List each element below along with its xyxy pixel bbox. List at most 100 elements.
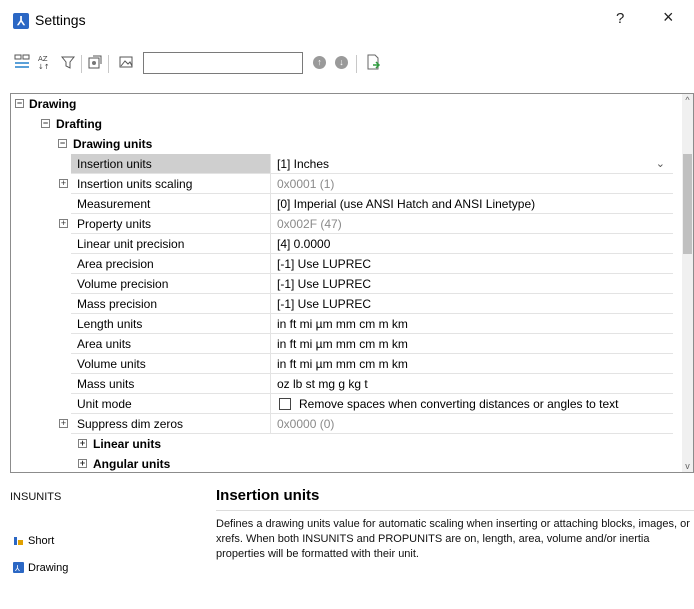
scroll-up-icon[interactable]: ^: [682, 94, 693, 106]
property-value-text: [1] Inches: [277, 157, 330, 171]
property-cell-group[interactable]: Insertion units scaling 0x0001 (1): [71, 174, 673, 194]
property-cell-group[interactable]: Linear unit precision [4] 0.0000: [71, 234, 673, 254]
expand-icon[interactable]: +: [78, 439, 87, 448]
property-name: Mass units: [71, 374, 271, 393]
property-row[interactable]: Mass precision [-1] Use LUPREC: [11, 294, 683, 314]
property-value[interactable]: 0x0000 (0): [271, 414, 673, 433]
svg-text:⅄: ⅄: [14, 564, 20, 573]
expand-icon[interactable]: +: [59, 179, 68, 188]
property-cell-group[interactable]: Volume units in ft mi µm mm cm m km: [71, 354, 673, 374]
title-bar: ⅄ Settings ? ×: [0, 0, 694, 40]
property-cell-group[interactable]: Mass precision [-1] Use LUPREC: [71, 294, 673, 314]
property-grid: − Drawing − Drafting − Drawing units Ins…: [10, 93, 694, 473]
toolbar: AZ ↓↑ ↑ ↓: [0, 50, 694, 80]
property-cell-group[interactable]: Unit mode Remove spaces when converting d…: [71, 394, 673, 414]
property-name: Measurement: [71, 194, 271, 213]
property-cell-group[interactable]: Insertion units [1] Inches ⌄: [71, 154, 673, 174]
next-result-icon[interactable]: ↓: [335, 56, 348, 69]
filter-icon[interactable]: [59, 54, 77, 72]
property-row[interactable]: Area precision [-1] Use LUPREC: [11, 254, 683, 274]
export-icon[interactable]: [86, 54, 104, 72]
property-name: Insertion units: [71, 154, 271, 173]
property-cell-group[interactable]: Property units 0x002F (47): [71, 214, 673, 234]
property-value[interactable]: in ft mi µm mm cm m km: [271, 314, 673, 333]
toolbar-divider: [356, 55, 357, 73]
sort-az-icon[interactable]: AZ ↓↑: [36, 54, 54, 72]
scroll-down-icon[interactable]: v: [682, 460, 693, 472]
property-value-text: oz lb st mg g kg t: [277, 377, 368, 391]
property-cell-group[interactable]: Area units in ft mi µm mm cm m km: [71, 334, 673, 354]
property-value-text: [-1] Use LUPREC: [277, 277, 372, 291]
close-button[interactable]: ×: [663, 7, 674, 28]
property-row[interactable]: Area units in ft mi µm mm cm m km: [11, 334, 683, 354]
property-row[interactable]: + Suppress dim zeros 0x0000 (0): [11, 414, 683, 434]
property-row[interactable]: Mass units oz lb st mg g kg t: [11, 374, 683, 394]
window-title: Settings: [35, 12, 86, 28]
collapse-icon[interactable]: −: [41, 119, 50, 128]
property-value-text: 0x002F (47): [277, 217, 342, 231]
expand-icon[interactable]: +: [59, 219, 68, 228]
property-value[interactable]: [-1] Use LUPREC: [271, 294, 673, 313]
property-value[interactable]: 0x002F (47): [271, 214, 673, 233]
property-name: Unit mode: [71, 394, 271, 413]
image-icon[interactable]: [117, 54, 135, 72]
property-value[interactable]: [-1] Use LUPREC: [271, 274, 673, 293]
property-cell-group[interactable]: Mass units oz lb st mg g kg t: [71, 374, 673, 394]
property-row[interactable]: Unit mode Remove spaces when converting d…: [11, 394, 683, 414]
toolbar-divider: [108, 55, 109, 73]
property-row[interactable]: Volume precision [-1] Use LUPREC: [11, 274, 683, 294]
category-angular-units[interactable]: + Angular units: [11, 454, 683, 472]
categorized-view-icon[interactable]: [13, 54, 31, 72]
vertical-scrollbar[interactable]: ^ v: [682, 94, 693, 472]
property-name: Linear unit precision: [71, 234, 271, 253]
app-logo-icon: ⅄: [13, 13, 29, 29]
property-value-text: [-1] Use LUPREC: [277, 257, 372, 271]
variable-type: Short: [28, 535, 55, 547]
expand-icon[interactable]: +: [59, 419, 68, 428]
category-linear-units[interactable]: + Linear units: [11, 434, 683, 454]
property-cell-group[interactable]: Length units in ft mi µm mm cm m km: [71, 314, 673, 334]
property-row[interactable]: Length units in ft mi µm mm cm m km: [11, 314, 683, 334]
previous-result-icon[interactable]: ↑: [313, 56, 326, 69]
category-drafting[interactable]: − Drafting: [11, 114, 683, 134]
category-drawing-units[interactable]: − Drawing units: [11, 134, 683, 154]
property-value-text: [0] Imperial (use ANSI Hatch and ANSI Li…: [277, 197, 536, 211]
property-cell-group[interactable]: Measurement [0] Imperial (use ANSI Hatch …: [71, 194, 673, 214]
property-row[interactable]: Insertion units [1] Inches ⌄: [11, 154, 683, 174]
property-value[interactable]: [1] Inches ⌄: [271, 154, 673, 173]
checkbox[interactable]: [279, 398, 291, 410]
property-value[interactable]: oz lb st mg g kg t: [271, 374, 673, 393]
property-value-text: [-1] Use LUPREC: [277, 297, 372, 311]
property-name: Volume precision: [71, 274, 271, 293]
property-cell-group[interactable]: Area precision [-1] Use LUPREC: [71, 254, 673, 274]
property-value[interactable]: [-1] Use LUPREC: [271, 254, 673, 273]
help-button[interactable]: ?: [616, 10, 624, 27]
property-row[interactable]: Volume units in ft mi µm mm cm m km: [11, 354, 683, 374]
property-row[interactable]: Linear unit precision [4] 0.0000: [11, 234, 683, 254]
property-row[interactable]: + Property units 0x002F (47): [11, 214, 683, 234]
search-input[interactable]: [143, 52, 303, 74]
variable-name: INSUNITS: [10, 491, 62, 503]
chevron-down-icon[interactable]: ⌄: [656, 154, 665, 173]
scrollbar-thumb[interactable]: [683, 154, 692, 254]
property-cell-group[interactable]: Suppress dim zeros 0x0000 (0): [71, 414, 673, 434]
property-value[interactable]: in ft mi µm mm cm m km: [271, 354, 673, 373]
svg-text:↓↑: ↓↑: [38, 63, 50, 70]
property-value[interactable]: [0] Imperial (use ANSI Hatch and ANSI Li…: [271, 194, 673, 213]
category-drawing[interactable]: − Drawing: [11, 94, 683, 114]
property-value[interactable]: in ft mi µm mm cm m km: [271, 334, 673, 353]
open-file-icon[interactable]: [364, 54, 382, 72]
property-row[interactable]: Measurement [0] Imperial (use ANSI Hatch …: [11, 194, 683, 214]
property-cell-group[interactable]: Volume precision [-1] Use LUPREC: [71, 274, 673, 294]
expand-icon[interactable]: +: [78, 459, 87, 468]
property-value[interactable]: 0x0001 (1): [271, 174, 673, 193]
collapse-icon[interactable]: −: [15, 99, 24, 108]
property-row[interactable]: + Insertion units scaling 0x0001 (1): [11, 174, 683, 194]
collapse-icon[interactable]: −: [58, 139, 67, 148]
property-value[interactable]: Remove spaces when converting distances …: [271, 394, 673, 413]
property-name: Suppress dim zeros: [71, 414, 271, 433]
property-value-text: in ft mi µm mm cm m km: [277, 337, 408, 351]
property-value[interactable]: [4] 0.0000: [271, 234, 673, 253]
property-value-text: [4] 0.0000: [277, 237, 331, 251]
property-value-text: 0x0000 (0): [277, 417, 335, 431]
